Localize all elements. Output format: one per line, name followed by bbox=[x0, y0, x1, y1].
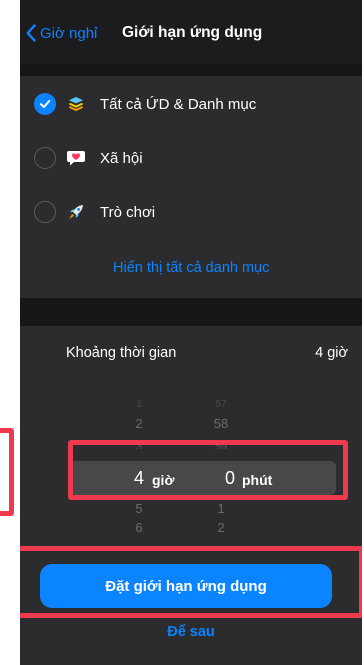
picker-hour-option[interactable]: 1 bbox=[124, 399, 154, 410]
later-button[interactable]: Để sau bbox=[20, 624, 362, 640]
chevron-left-icon bbox=[26, 24, 36, 42]
app-limits-screen: Giờ nghỉ Giới hạn ứng dụng Tất cả ỨD & D… bbox=[20, 0, 362, 665]
page-title: Giới hạn ứng dụng bbox=[122, 24, 263, 41]
checkbox-unchecked-icon[interactable] bbox=[34, 201, 56, 223]
category-row-all-apps[interactable]: Tất cả ỨD & Danh mục bbox=[20, 82, 362, 126]
annotation-highlight-left bbox=[0, 428, 14, 516]
checkbox-unchecked-icon[interactable] bbox=[34, 147, 56, 169]
category-list: Tất cả ỨD & Danh mục Xã hội Trò chơi Hiể… bbox=[20, 76, 362, 298]
picker-minute-option[interactable]: 2 bbox=[206, 520, 236, 535]
navigation-bar: Giờ nghỉ Giới hạn ứng dụng bbox=[20, 0, 362, 64]
annotation-highlight-picker bbox=[68, 440, 348, 500]
chat-heart-icon bbox=[66, 148, 86, 168]
stack-layers-icon bbox=[66, 94, 86, 114]
category-label: Xã hội bbox=[100, 149, 143, 167]
rocket-icon bbox=[66, 202, 86, 222]
section-gap bbox=[20, 298, 362, 326]
category-label: Trò chơi bbox=[100, 203, 156, 221]
category-label: Tất cả ỨD & Danh mục bbox=[100, 95, 257, 113]
annotation-highlight-button bbox=[20, 546, 362, 618]
picker-hour-option[interactable]: 5 bbox=[124, 501, 154, 516]
section-gap bbox=[20, 64, 362, 76]
show-all-categories-link[interactable]: Hiển thị tất cả danh mục bbox=[113, 260, 269, 276]
category-row-social[interactable]: Xã hội bbox=[20, 136, 362, 180]
picker-hour-option[interactable]: 6 bbox=[124, 520, 154, 535]
back-button-label: Giờ nghỉ bbox=[40, 24, 98, 42]
picker-minute-option[interactable]: 57 bbox=[206, 399, 236, 410]
duration-value: 4 giờ bbox=[315, 345, 348, 361]
back-button[interactable]: Giờ nghỉ bbox=[26, 22, 97, 44]
picker-minute-option[interactable]: 58 bbox=[206, 416, 236, 431]
picker-minute-option[interactable]: 1 bbox=[206, 501, 236, 516]
checkbox-checked-icon[interactable] bbox=[34, 93, 56, 115]
category-row-games[interactable]: Trò chơi bbox=[20, 190, 362, 234]
picker-hour-option[interactable]: 2 bbox=[124, 416, 154, 431]
duration-label: Khoảng thời gian bbox=[66, 345, 177, 361]
